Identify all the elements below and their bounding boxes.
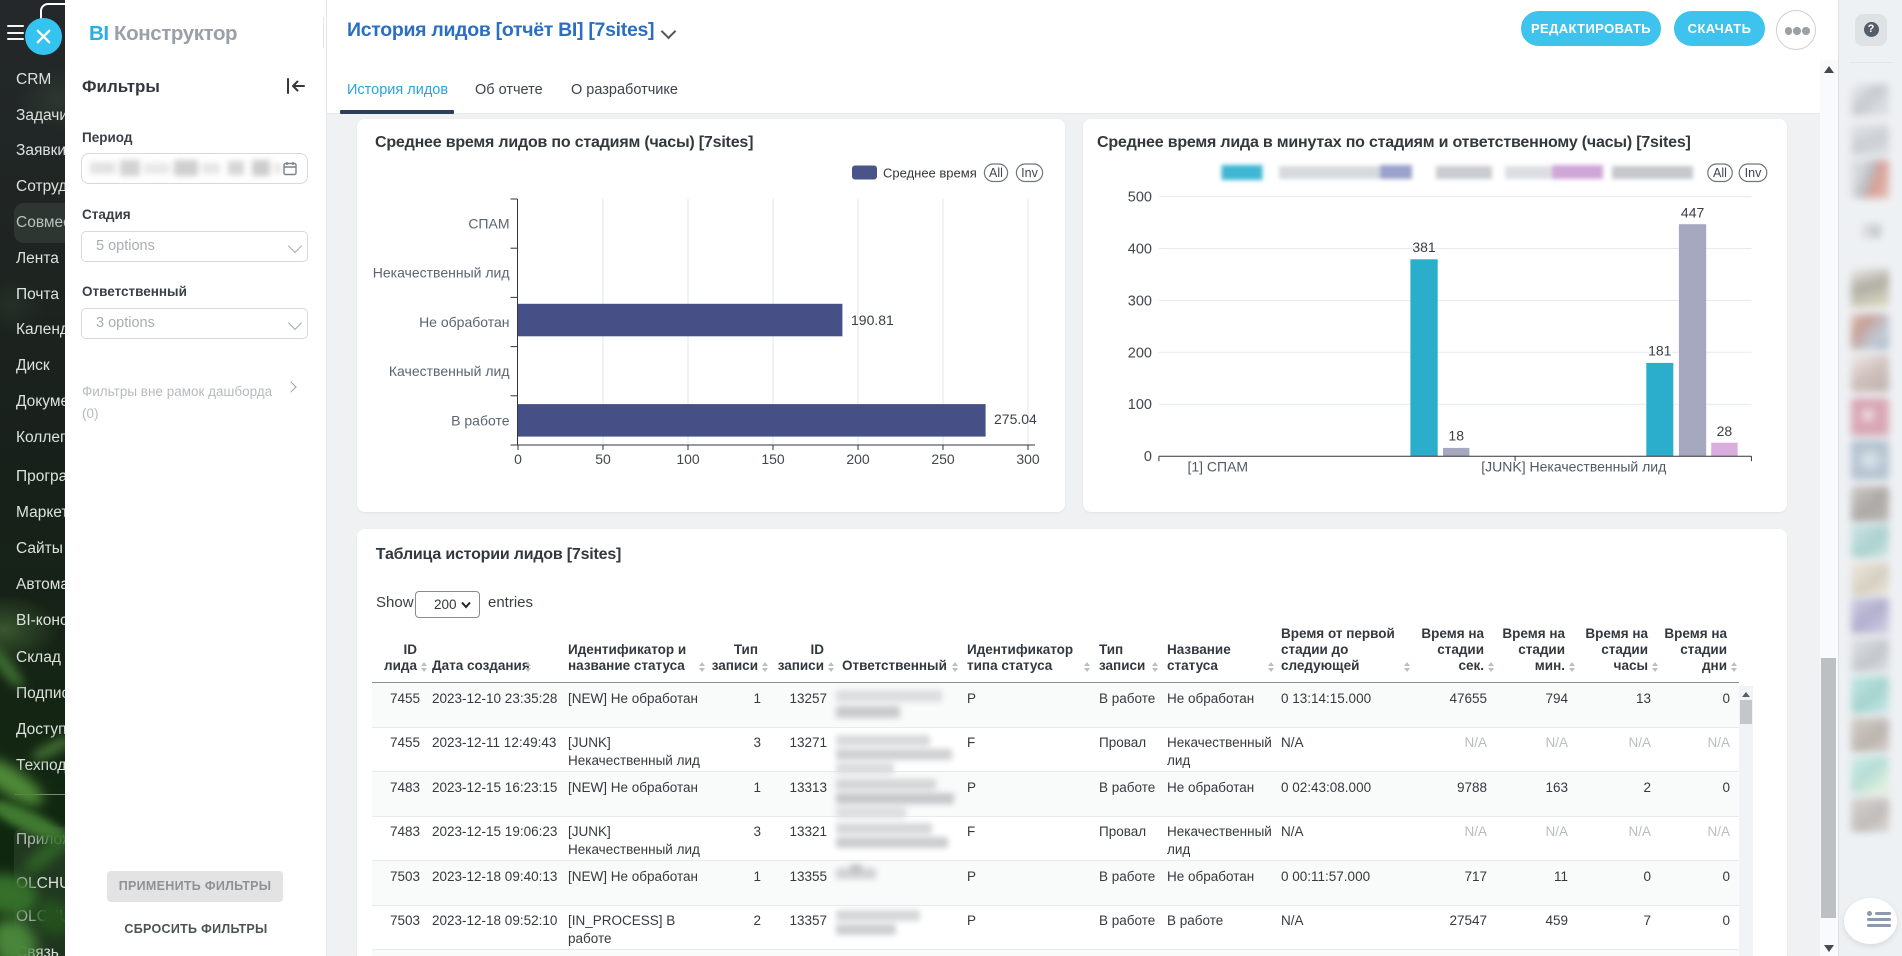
- svg-text:All: All: [989, 166, 1003, 180]
- svg-text:В работе: В работе: [451, 412, 510, 428]
- svg-text:Не обработан: Не обработан: [419, 314, 509, 330]
- svg-text:300: 300: [1128, 293, 1152, 309]
- svg-text:[1] СПАМ: [1] СПАМ: [1187, 459, 1248, 475]
- svg-text:Некачественный лид: Некачественный лид: [373, 265, 510, 281]
- svg-text:400: 400: [1128, 242, 1152, 258]
- svg-text:300: 300: [1016, 451, 1040, 467]
- svg-text:100: 100: [1128, 397, 1152, 413]
- svg-text:Качественный лид: Качественный лид: [389, 363, 510, 379]
- svg-text:500: 500: [1128, 190, 1152, 206]
- svg-text:100: 100: [676, 451, 700, 467]
- svg-text:СПАМ: СПАМ: [468, 216, 509, 232]
- svg-text:381: 381: [1412, 239, 1436, 255]
- svg-text:50: 50: [595, 451, 611, 467]
- svg-text:200: 200: [1128, 345, 1152, 361]
- svg-text:150: 150: [761, 451, 785, 467]
- svg-text:Inv: Inv: [1745, 166, 1762, 180]
- svg-text:190.81: 190.81: [851, 312, 894, 328]
- svg-text:[JUNK] Некачественный лид: [JUNK] Некачественный лид: [1481, 459, 1666, 475]
- svg-text:0: 0: [514, 451, 522, 467]
- svg-text:447: 447: [1681, 205, 1705, 221]
- svg-text:0: 0: [1144, 449, 1152, 465]
- svg-text:All: All: [1713, 166, 1727, 180]
- svg-text:275.04: 275.04: [994, 411, 1037, 427]
- svg-text:Inv: Inv: [1021, 166, 1038, 180]
- svg-text:Среднее время: Среднее время: [883, 166, 977, 181]
- svg-text:181: 181: [1648, 343, 1672, 359]
- svg-text:18: 18: [1448, 428, 1464, 444]
- svg-text:28: 28: [1717, 423, 1733, 439]
- svg-text:250: 250: [931, 451, 955, 467]
- svg-text:200: 200: [846, 451, 870, 467]
